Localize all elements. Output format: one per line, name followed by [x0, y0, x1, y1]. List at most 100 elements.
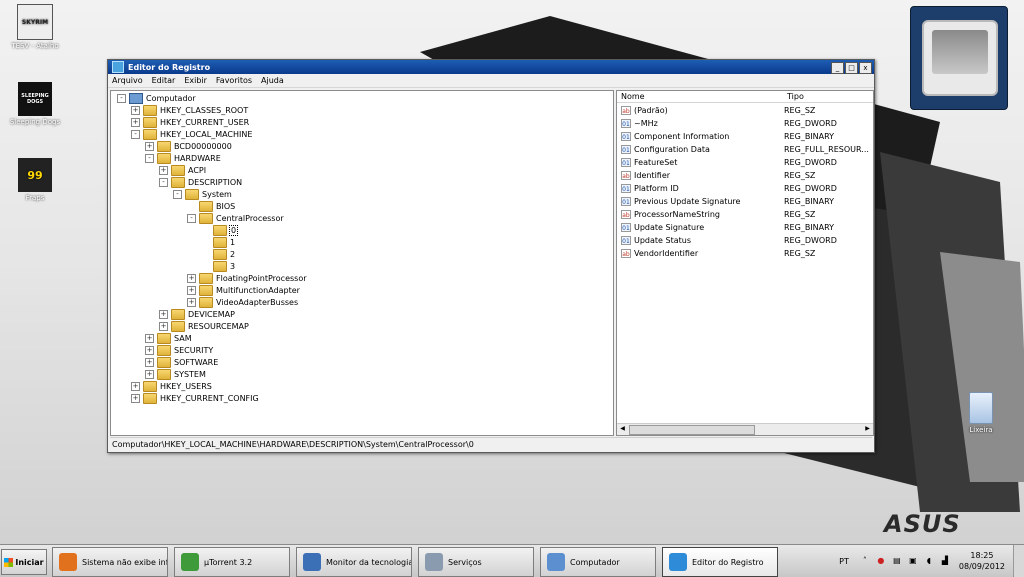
expand-icon[interactable]: + [131, 105, 140, 115]
value-row[interactable]: 01 Update Signature REG_BINARY [617, 221, 873, 234]
menu-arquivo[interactable]: Arquivo [112, 76, 143, 85]
tree-node[interactable]: + HKEY_USERS [131, 380, 212, 392]
expand-icon[interactable]: + [145, 345, 154, 355]
tree-node[interactable]: + HKEY_CLASSES_ROOT [131, 104, 248, 116]
expand-icon[interactable]: + [131, 393, 140, 403]
tree-node[interactable]: + RESOURCEMAP [159, 320, 249, 332]
tree-node[interactable]: + HKEY_CURRENT_CONFIG [131, 392, 259, 404]
language-indicator[interactable]: PT [839, 557, 849, 566]
value-row[interactable]: 01 Platform ID REG_DWORD [617, 182, 873, 195]
tree-node[interactable]: + FloatingPointProcessor [187, 272, 307, 284]
close-button[interactable]: x [859, 62, 872, 74]
tree-node[interactable]: 1 [201, 236, 235, 248]
tree-node[interactable]: + ACPI [159, 164, 206, 176]
start-button[interactable]: Iniciar [1, 549, 47, 575]
menu-ajuda[interactable]: Ajuda [261, 76, 284, 85]
value-row[interactable]: ab (Padrão) REG_SZ [617, 104, 873, 117]
security-icon[interactable]: ● [876, 556, 886, 566]
tree-node[interactable]: + BCD00000000 [145, 140, 232, 152]
value-row[interactable]: ab VendorIdentifier REG_SZ [617, 247, 873, 260]
taskbar-button[interactable]: µTorrent 3.2 [174, 547, 290, 577]
tree-node[interactable]: - Computador [117, 92, 196, 104]
value-row[interactable]: 01 FeatureSet REG_DWORD [617, 156, 873, 169]
desktop-icon-recycle-bin[interactable]: Lixeira [948, 392, 1014, 434]
menu-editar[interactable]: Editar [152, 76, 176, 85]
expand-icon[interactable]: + [159, 165, 168, 175]
scroll-thumb[interactable] [629, 425, 755, 435]
taskbar-button-label: µTorrent 3.2 [204, 557, 253, 567]
expand-icon[interactable]: + [145, 357, 154, 367]
collapse-icon[interactable]: - [187, 213, 196, 223]
value-row[interactable]: 01 Configuration Data REG_FULL_RESOUR... [617, 143, 873, 156]
value-row[interactable]: 01 Component Information REG_BINARY [617, 130, 873, 143]
tree-node[interactable]: + MultifunctionAdapter [187, 284, 300, 296]
value-row[interactable]: 01 ~MHz REG_DWORD [617, 117, 873, 130]
volume-icon[interactable]: ◖ [924, 556, 934, 566]
value-row[interactable]: ab Identifier REG_SZ [617, 169, 873, 182]
horizontal-scrollbar[interactable]: ◀ ▶ [617, 423, 873, 435]
desktop-icon-sleeping-dogs[interactable]: SLEEPING DOGS Sleeping Dogs [2, 82, 68, 126]
expand-icon[interactable]: + [131, 381, 140, 391]
maximize-button[interactable]: □ [845, 62, 858, 74]
expand-icon[interactable]: + [159, 321, 168, 331]
taskbar-button[interactable]: Sistema não exibe inf... [52, 547, 168, 577]
scroll-left-icon[interactable]: ◀ [618, 425, 627, 433]
taskbar-button[interactable]: Serviços [418, 547, 534, 577]
tree-node[interactable]: + SECURITY [145, 344, 213, 356]
column-nome[interactable]: Nome [621, 92, 645, 101]
menu-exibir[interactable]: Exibir [184, 76, 207, 85]
scroll-right-icon[interactable]: ▶ [863, 425, 872, 433]
tree-node[interactable]: + SAM [145, 332, 192, 344]
minimize-button[interactable]: _ [831, 62, 844, 74]
tree-node[interactable]: 2 [201, 248, 235, 260]
tree-node[interactable]: 0 [201, 224, 239, 236]
cpu-gadget[interactable] [910, 6, 1008, 110]
show-hidden-icons-icon[interactable]: ˄ [860, 556, 870, 566]
expand-icon[interactable]: + [145, 333, 154, 343]
desktop-icon-fraps[interactable]: 99 Fraps [2, 158, 68, 202]
show-desktop-button[interactable] [1013, 545, 1024, 577]
collapse-icon[interactable]: - [131, 129, 140, 139]
tree-node[interactable]: + SYSTEM [145, 368, 206, 380]
tree-node[interactable]: - HKEY_LOCAL_MACHINE [131, 128, 252, 140]
string-value-icon: ab [621, 171, 631, 180]
value-row[interactable]: ab ProcessorNameString REG_SZ [617, 208, 873, 221]
tree-node[interactable]: + DEVICEMAP [159, 308, 235, 320]
column-tipo[interactable]: Tipo [787, 92, 804, 101]
tree-node[interactable]: - HARDWARE [145, 152, 221, 164]
tree-node[interactable]: - System [173, 188, 232, 200]
clock[interactable]: 18:25 08/09/2012 [959, 550, 1005, 572]
taskbar-button[interactable]: Monitor da tecnologia... [296, 547, 412, 577]
collapse-icon[interactable]: - [173, 189, 182, 199]
title-bar[interactable]: Editor do Registro _ □ x [108, 60, 874, 74]
expand-icon[interactable]: + [187, 285, 196, 295]
menu-favoritos[interactable]: Favoritos [216, 76, 252, 85]
registry-editor-window[interactable]: Editor do Registro _ □ x Arquivo Editar … [107, 59, 875, 453]
collapse-icon[interactable]: - [159, 177, 168, 187]
tree-node[interactable]: + VideoAdapterBusses [187, 296, 298, 308]
tree-node[interactable]: + SOFTWARE [145, 356, 218, 368]
expand-icon[interactable]: + [145, 141, 154, 151]
tree-node[interactable]: + HKEY_CURRENT_USER [131, 116, 249, 128]
tree-node[interactable]: 3 [201, 260, 235, 272]
key-tree[interactable]: - Computador + HKEY_CLASSES_ROOT + HKEY_CURRE… [110, 90, 614, 436]
taskbar-button[interactable]: Computador [540, 547, 656, 577]
tree-node[interactable]: - DESCRIPTION [159, 176, 242, 188]
tree-node[interactable]: - CentralProcessor [187, 212, 284, 224]
expand-icon[interactable]: + [159, 309, 168, 319]
device-icon[interactable]: ▣ [908, 556, 918, 566]
expand-icon[interactable]: + [187, 273, 196, 283]
tree-node[interactable]: BIOS [187, 200, 235, 212]
signal-icon[interactable]: ▟ [940, 556, 950, 566]
taskbar-button[interactable]: Editor do Registro [662, 547, 778, 577]
collapse-icon[interactable]: - [145, 153, 154, 163]
expand-icon[interactable]: + [131, 117, 140, 127]
expand-icon[interactable]: + [187, 297, 196, 307]
collapse-icon[interactable]: - [117, 93, 126, 103]
desktop-icon-skyrim[interactable]: SKYRIM TESV - Atalho [2, 4, 68, 50]
value-list[interactable]: Nome Tipo ◀ ▶ ab (Padrão) REG_SZ 01 ~MHz REG_… [616, 90, 874, 436]
value-row[interactable]: 01 Previous Update Signature REG_BINARY [617, 195, 873, 208]
network-icon[interactable]: ▤ [892, 556, 902, 566]
value-row[interactable]: 01 Update Status REG_DWORD [617, 234, 873, 247]
expand-icon[interactable]: + [145, 369, 154, 379]
